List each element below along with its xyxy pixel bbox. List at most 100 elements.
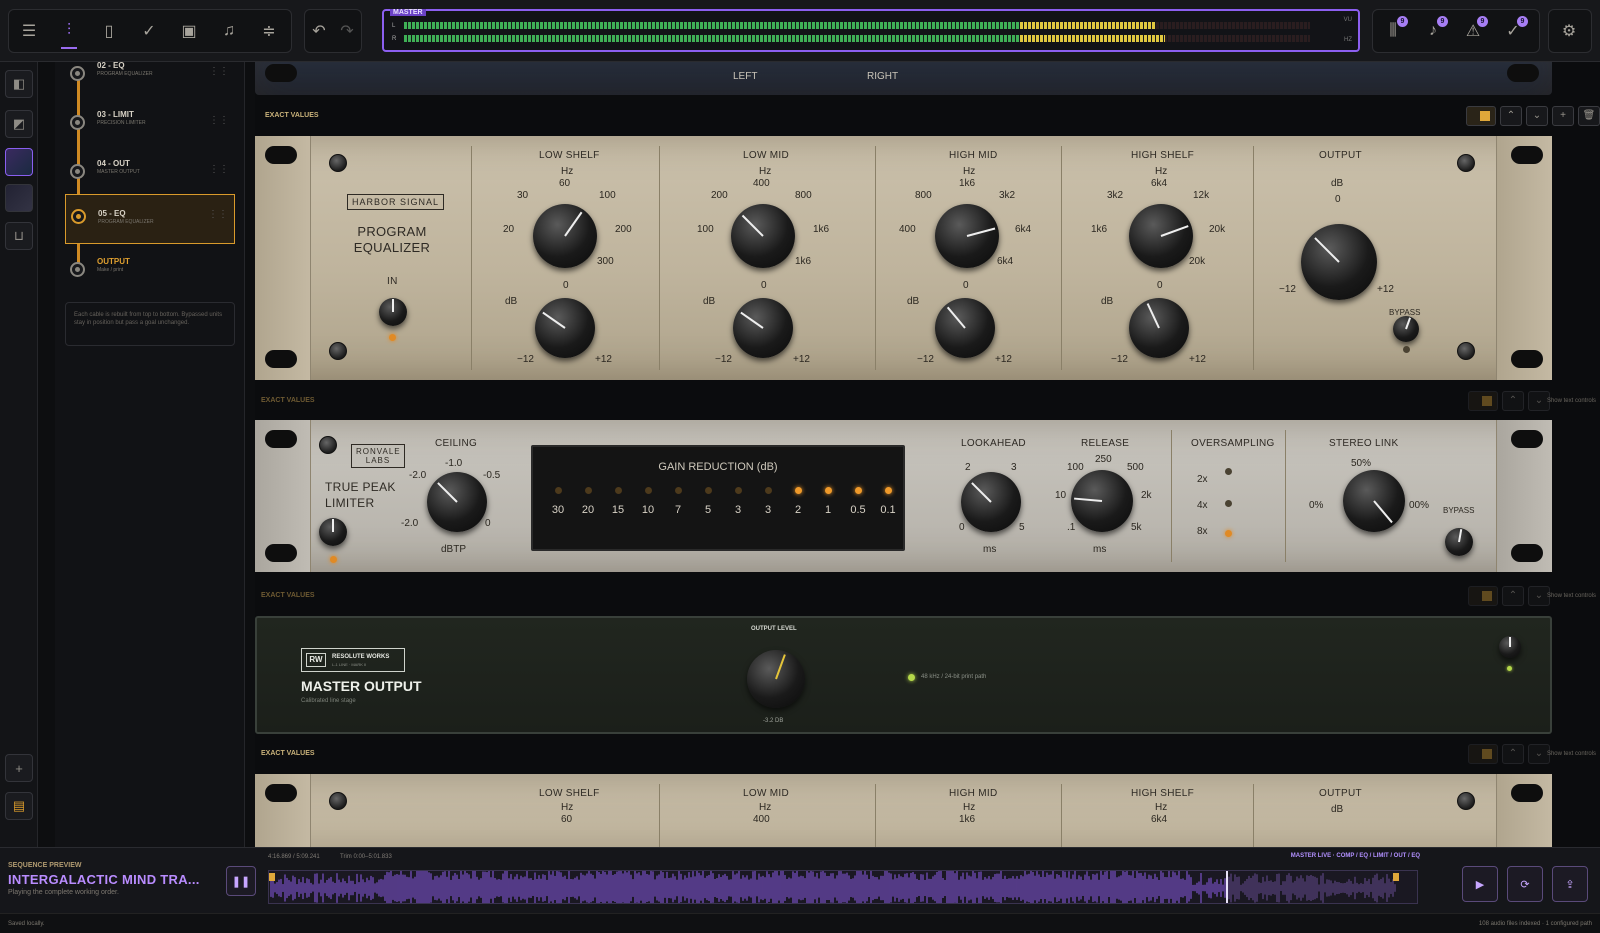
music-note-icon[interactable]: ♪ 9 (1413, 11, 1453, 51)
high-mid-gain-knob[interactable] (935, 298, 995, 358)
high-shelf-gain-knob[interactable] (1129, 298, 1189, 358)
move-up-icon[interactable]: ⌃ (1502, 744, 1524, 764)
chain-item-output[interactable]: OUTPUT Make / print (65, 252, 235, 298)
freq-tick: 60 (561, 814, 573, 825)
lookahead-knob[interactable] (961, 472, 1021, 532)
low-mid-gain-knob[interactable] (733, 298, 793, 358)
master-output-unit: RW RESOLUTE WORKS L-1 LINE · MARK II MAS… (255, 616, 1552, 734)
track-sub: Playing the complete working order. (8, 889, 119, 896)
waveform[interactable] (268, 870, 1418, 904)
drag-handle-icon[interactable]: ⋮⋮ (209, 115, 229, 126)
exact-values-label[interactable]: EXACT VALUES (261, 592, 315, 599)
mixer-icon[interactable]: ⫶ (49, 11, 89, 51)
move-up-icon[interactable]: ⌃ (1502, 586, 1524, 606)
ceiling-tick: -2.0 (401, 518, 419, 529)
toggle-button[interactable] (1468, 391, 1498, 411)
show-text-controls[interactable]: Show text controls (1547, 751, 1596, 757)
freq-tick: 30 (517, 190, 529, 201)
chain-item[interactable]: 03 - LIMIT PRECISION LIMITER ⋮⋮ (65, 105, 235, 151)
move-up-icon[interactable]: ⌃ (1502, 391, 1524, 411)
bypass-switch[interactable] (1393, 316, 1419, 342)
gr-value: 2 (794, 504, 802, 516)
low-shelf-freq-knob[interactable] (533, 204, 597, 268)
album-art-thumb[interactable] (5, 148, 33, 176)
show-text-controls[interactable]: Show text controls (1547, 398, 1596, 404)
freq-tick: 1k6 (959, 178, 976, 189)
move-up-icon[interactable]: ⌃ (1500, 106, 1522, 126)
toggle-button[interactable] (1468, 586, 1498, 606)
list-icon[interactable]: ☰ (9, 11, 49, 51)
image-icon[interactable]: ▣ (169, 11, 209, 51)
panel-icon[interactable]: ◧ (5, 70, 33, 98)
pause-button[interactable]: ❚❚ (226, 866, 256, 896)
check-icon[interactable]: ✓ (129, 11, 169, 51)
release-knob[interactable] (1071, 470, 1133, 532)
exact-values-label[interactable]: EXACT VALUES (261, 397, 315, 404)
high-shelf-freq-knob[interactable] (1129, 204, 1193, 268)
stereo-link-knob[interactable] (1343, 470, 1405, 532)
trash-icon[interactable]: 🗑 (1578, 106, 1600, 126)
freq-tick: 1k6 (959, 814, 976, 825)
tag-icon[interactable]: ◩ (5, 110, 33, 138)
loop-icon[interactable]: ⟳ (1507, 866, 1543, 902)
move-down-icon[interactable]: ⌄ (1526, 106, 1548, 126)
db-zero: 0 (761, 280, 767, 291)
status-left: Saved locally. (8, 921, 45, 927)
music-icon[interactable]: ♫ (209, 11, 249, 51)
doc-icon[interactable]: ▤ (5, 792, 33, 820)
output-level-knob[interactable] (747, 650, 805, 708)
undo-icon[interactable]: ↶ (305, 11, 333, 51)
magnet-icon[interactable]: ⊔ (5, 222, 33, 250)
band-name: HIGH MID (949, 150, 998, 161)
os-option[interactable]: 4x (1197, 500, 1208, 511)
chain-item[interactable]: 02 - EQ PROGRAM EQUALIZER ⋮⋮ (65, 56, 235, 102)
os-option[interactable]: 8x (1197, 526, 1208, 537)
exact-values-label[interactable]: EXACT VALUES (261, 750, 315, 757)
os-option[interactable]: 2x (1197, 474, 1208, 485)
warning-icon[interactable]: ⚠ 9 (1453, 11, 1493, 51)
album-art-thumb[interactable] (5, 184, 33, 212)
chain-item-selected[interactable]: 05 - EQ PROGRAM EQUALIZER ⋮⋮ (65, 194, 235, 244)
redo-icon[interactable]: ↷ (333, 11, 361, 51)
freq-tick: 1k6 (795, 256, 812, 267)
bypass-switch[interactable] (1445, 528, 1473, 556)
output-knob[interactable] (1301, 224, 1377, 300)
add-icon[interactable]: + (5, 754, 33, 782)
check-circle-icon[interactable]: ✓ 9 (1493, 11, 1533, 51)
show-text-controls[interactable]: Show text controls (1547, 593, 1596, 599)
high-mid-freq-knob[interactable] (935, 204, 999, 268)
trim-end-handle[interactable] (1393, 873, 1399, 881)
gear-icon[interactable]: ⚙ (1549, 11, 1589, 51)
exact-values-label[interactable]: EXACT VALUES (265, 112, 319, 119)
toggle-button[interactable] (1466, 106, 1496, 126)
export-icon[interactable]: ⇪ (1552, 866, 1588, 902)
trim-knob[interactable] (1499, 636, 1521, 658)
play-button[interactable]: ▶ (1462, 866, 1498, 902)
badge: 9 (1437, 16, 1448, 27)
low-shelf-gain-knob[interactable] (535, 298, 595, 358)
chain-item-sub: MASTER OUTPUT (97, 169, 140, 175)
toggle-button[interactable] (1468, 744, 1498, 764)
rel-tick: 500 (1127, 462, 1144, 473)
add-icon[interactable]: + (1552, 106, 1574, 126)
freq-tick: 800 (795, 190, 812, 201)
trim-start-handle[interactable] (269, 873, 275, 881)
drag-handle-icon[interactable]: ⋮⋮ (209, 164, 229, 175)
low-mid-freq-knob[interactable] (731, 204, 795, 268)
drag-handle-icon[interactable]: ⋮⋮ (209, 66, 229, 77)
gr-value: 7 (674, 504, 682, 516)
document-icon[interactable]: ▯ (89, 11, 129, 51)
ceiling-knob[interactable] (427, 472, 487, 532)
node-icon (70, 115, 85, 130)
drag-handle-icon[interactable]: ⋮⋮ (208, 209, 228, 220)
meter-title: MASTER (390, 9, 426, 16)
sliders-icon[interactable]: ≑ (249, 11, 289, 51)
node-icon (70, 262, 85, 277)
waveform-icon[interactable]: ⫼ 9 (1373, 11, 1413, 51)
playhead[interactable] (1226, 871, 1228, 903)
release-label: RELEASE (1081, 438, 1130, 449)
in-knob[interactable] (379, 298, 407, 326)
db-min: −12 (1279, 284, 1296, 295)
limiter-in-knob[interactable] (319, 518, 347, 546)
output-label: OUTPUT (1319, 788, 1362, 799)
